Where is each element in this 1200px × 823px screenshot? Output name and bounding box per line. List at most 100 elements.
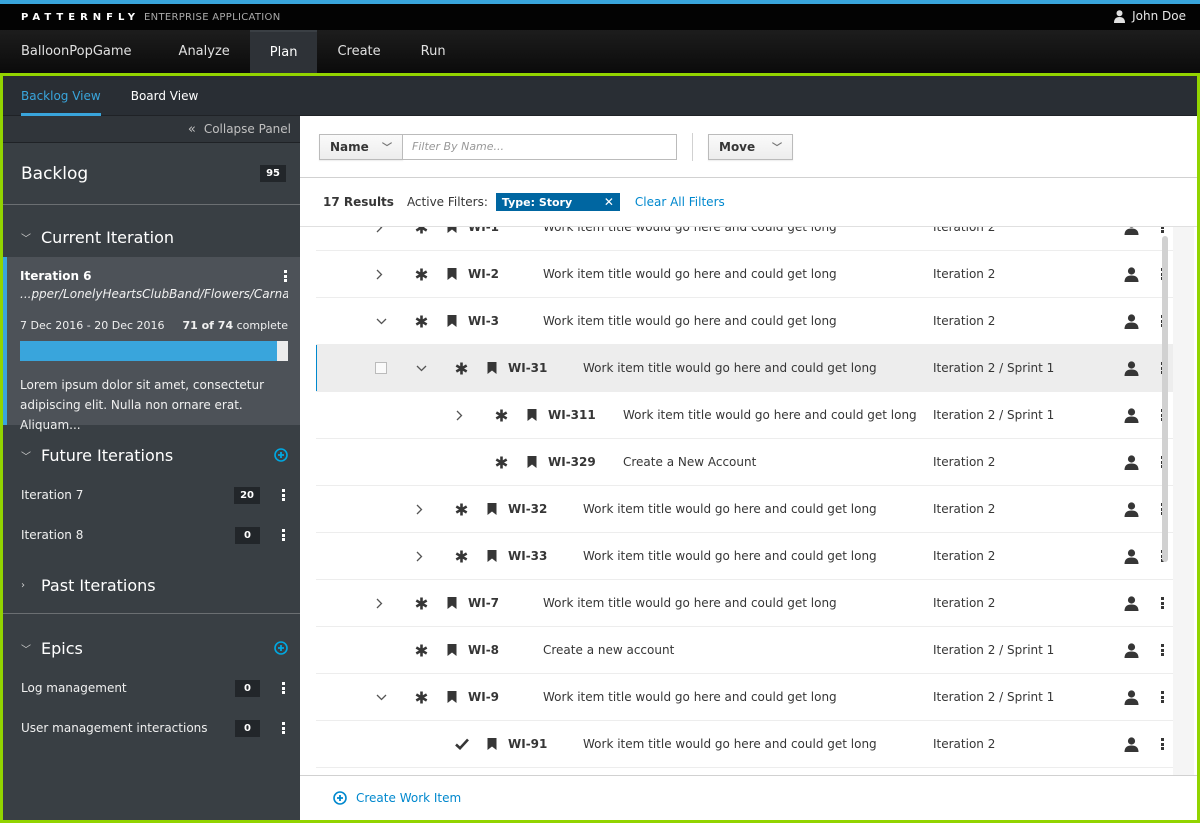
work-item-row[interactable]: WI-3 Work item title would go here and co… <box>316 298 1173 345</box>
chevron-down-icon[interactable] <box>376 318 387 325</box>
work-item-row[interactable]: WI-9 Work item title would go here and co… <box>316 674 1173 721</box>
chevron-right-icon[interactable] <box>376 269 383 280</box>
kebab-menu-icon[interactable] <box>282 489 286 501</box>
work-item-id[interactable]: WI-3 <box>468 314 499 328</box>
work-item-row[interactable]: WI-2 Work item title would go here and co… <box>316 251 1173 298</box>
row-kebab-menu[interactable] <box>1161 738 1165 750</box>
work-item-id[interactable]: WI-1 <box>468 227 499 234</box>
assignee-icon[interactable] <box>1124 501 1139 517</box>
nav-item-project[interactable]: BalloonPopGame <box>0 30 159 73</box>
work-item-id[interactable]: WI-7 <box>468 596 499 610</box>
work-item-id[interactable]: WI-329 <box>548 455 596 469</box>
assignee-icon[interactable] <box>1124 360 1139 376</box>
work-item-id[interactable]: WI-33 <box>508 549 547 563</box>
kebab-menu-icon[interactable] <box>1161 738 1165 750</box>
add-circle-icon[interactable] <box>274 448 288 462</box>
scrollbar-thumb[interactable] <box>1162 236 1168 562</box>
backlog-item[interactable]: Backlog 95 <box>3 143 300 205</box>
chevron-right-icon[interactable] <box>376 598 383 609</box>
assignee-icon[interactable] <box>1124 642 1139 658</box>
work-item-title[interactable]: Work item title would go here and could … <box>543 314 837 328</box>
tab-backlog-view[interactable]: Backlog View <box>21 76 101 116</box>
create-work-item-button[interactable]: Create Work Item <box>300 775 1197 820</box>
work-item-row[interactable]: WI-8 Create a new account Iteration 2 / Sp… <box>316 627 1173 674</box>
chevron-down-icon[interactable] <box>416 365 427 372</box>
work-item-title[interactable]: Work item title would go here and could … <box>583 549 877 563</box>
chevron-right-icon[interactable] <box>456 410 463 421</box>
work-item-row[interactable]: WI-7 Work item title would go here and co… <box>316 580 1173 627</box>
current-iteration-card[interactable]: Iteration 6 ...pper/LonelyHeartsClubBand… <box>3 257 300 432</box>
row-kebab-menu[interactable] <box>1161 644 1165 656</box>
work-item-id[interactable]: WI-8 <box>468 643 499 657</box>
row-checkbox[interactable] <box>375 362 387 374</box>
add-circle-icon[interactable] <box>274 641 288 655</box>
epic-item[interactable]: Log management 0 <box>3 668 300 708</box>
checkbox[interactable] <box>375 362 387 374</box>
work-item-row[interactable]: WI-311 Work item title would go here and … <box>316 392 1173 439</box>
scrollbar-track[interactable] <box>1173 227 1194 775</box>
nav-item-analyze[interactable]: Analyze <box>159 30 250 73</box>
chevron-down-icon[interactable] <box>376 694 387 701</box>
epics-header[interactable]: ﹀ Epics <box>3 628 300 668</box>
filter-input[interactable] <box>403 133 677 160</box>
user-menu[interactable]: John Doe <box>1114 9 1186 23</box>
kebab-menu-icon[interactable] <box>282 529 286 541</box>
assignee-icon[interactable] <box>1124 313 1139 329</box>
kebab-menu-icon[interactable] <box>1161 227 1165 233</box>
work-item-row[interactable]: WI-33 Work item title would go here and c… <box>316 533 1173 580</box>
filter-field-dropdown[interactable]: Name ﹀ <box>319 133 403 160</box>
work-item-title[interactable]: Work item title would go here and could … <box>583 361 877 375</box>
assignee-icon[interactable] <box>1124 736 1139 752</box>
iteration-item[interactable]: Iteration 8 0 <box>3 515 300 555</box>
move-dropdown[interactable]: Move ﹀ <box>708 133 793 160</box>
work-item-title[interactable]: Work item title would go here and could … <box>543 596 837 610</box>
chevron-right-icon[interactable] <box>376 227 383 233</box>
iteration-item[interactable]: Iteration 7 20 <box>3 475 300 515</box>
work-item-title[interactable]: Create a New Account <box>623 455 756 469</box>
current-iteration-header[interactable]: ﹀ Current Iteration <box>3 217 300 257</box>
tab-board-view[interactable]: Board View <box>131 76 199 116</box>
assignee-icon[interactable] <box>1124 227 1139 235</box>
past-iterations-header[interactable]: › Past Iterations <box>3 565 300 605</box>
kebab-menu-icon[interactable] <box>1161 644 1165 656</box>
assignee-icon[interactable] <box>1124 407 1139 423</box>
work-item-id[interactable]: WI-91 <box>508 737 547 751</box>
nav-item-create[interactable]: Create <box>317 30 400 73</box>
row-kebab-menu[interactable] <box>1161 597 1165 609</box>
work-item-id[interactable]: WI-2 <box>468 267 499 281</box>
work-item-row[interactable]: WI-91 Work item title would go here and c… <box>316 721 1173 768</box>
nav-item-plan[interactable]: Plan <box>249 30 318 73</box>
work-item-title[interactable]: Work item title would go here and could … <box>543 267 837 281</box>
work-item-id[interactable]: WI-31 <box>508 361 547 375</box>
work-item-title[interactable]: Work item title would go here and could … <box>583 737 877 751</box>
chevron-right-icon[interactable] <box>416 551 423 562</box>
row-kebab-menu[interactable] <box>1161 227 1165 233</box>
work-item-row[interactable]: WI-329 Create a New Account Iteration 2 <box>316 439 1173 486</box>
work-item-title[interactable]: Create a new account <box>543 643 674 657</box>
work-item-id[interactable]: WI-32 <box>508 502 547 516</box>
clear-all-filters-link[interactable]: Clear All Filters <box>635 195 725 209</box>
assignee-icon[interactable] <box>1124 689 1139 705</box>
kebab-menu-icon[interactable] <box>1161 597 1165 609</box>
assignee-icon[interactable] <box>1124 266 1139 282</box>
work-item-row[interactable]: WI-1 Work item title would go here and co… <box>316 227 1173 251</box>
work-item-title[interactable]: Work item title would go here and could … <box>543 690 837 704</box>
close-icon[interactable]: ✕ <box>604 195 614 209</box>
work-item-title[interactable]: Work item title would go here and could … <box>583 502 877 516</box>
work-item-row[interactable]: WI-32 Work item title would go here and c… <box>316 486 1173 533</box>
row-kebab-menu[interactable] <box>1161 691 1165 703</box>
assignee-icon[interactable] <box>1124 595 1139 611</box>
work-item-id[interactable]: WI-9 <box>468 690 499 704</box>
kebab-menu-icon[interactable] <box>282 682 286 694</box>
work-item-title[interactable]: Work item title would go here and could … <box>623 408 917 422</box>
kebab-menu-icon[interactable] <box>1161 691 1165 703</box>
collapse-panel-button[interactable]: « Collapse Panel <box>3 116 300 143</box>
epic-item[interactable]: User management interactions 0 <box>3 708 300 748</box>
assignee-icon[interactable] <box>1124 454 1139 470</box>
kebab-menu-icon[interactable] <box>282 722 286 734</box>
work-item-row[interactable]: WI-31 Work item title would go here and c… <box>316 345 1173 392</box>
nav-item-run[interactable]: Run <box>401 30 466 73</box>
chevron-right-icon[interactable] <box>416 504 423 515</box>
kebab-menu-icon[interactable] <box>284 270 288 282</box>
work-item-id[interactable]: WI-311 <box>548 408 596 422</box>
